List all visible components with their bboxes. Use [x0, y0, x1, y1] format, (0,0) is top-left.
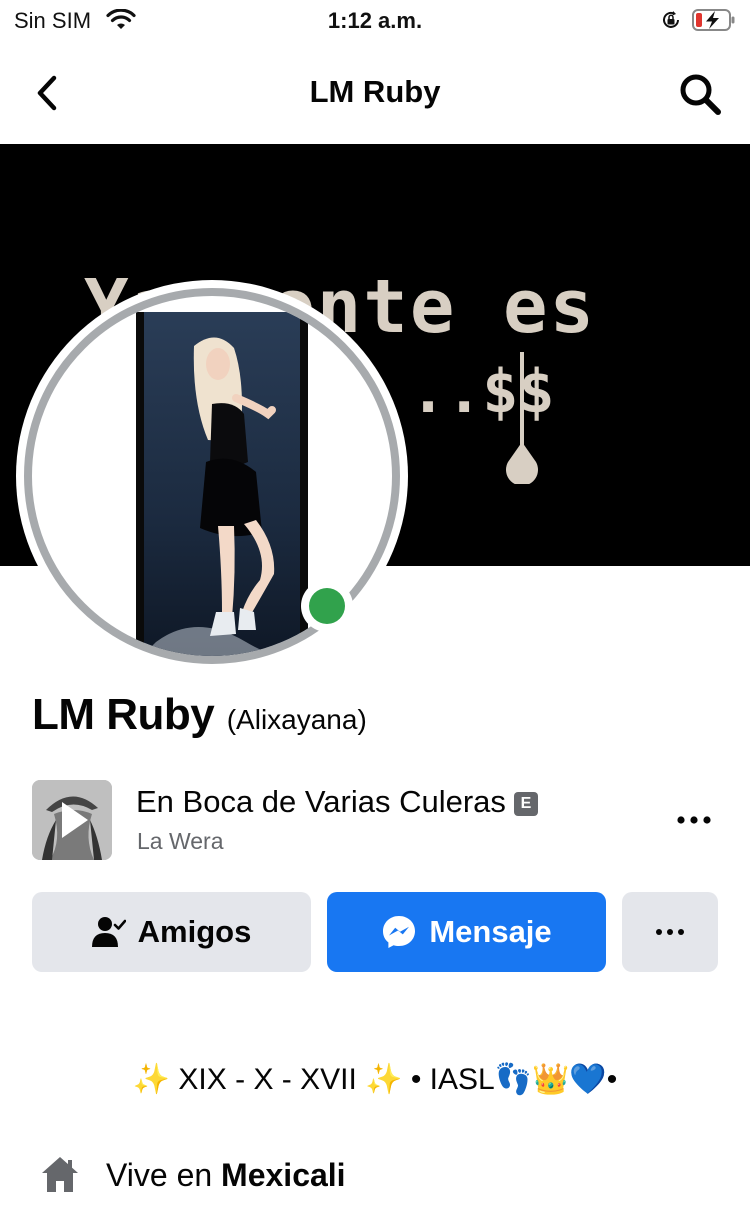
- profile-name-row: LM Ruby (Alixayana): [32, 690, 367, 740]
- page-title: LM Ruby: [309, 74, 441, 109]
- more-options-icon[interactable]: [672, 800, 716, 840]
- rotation-lock-icon: [663, 11, 679, 28]
- home-icon: [42, 1157, 78, 1192]
- message-button[interactable]: Mensaje: [327, 892, 606, 972]
- navigation-bar: LM Ruby: [0, 44, 750, 144]
- cover-pendulum-graphic: [506, 352, 538, 484]
- online-status-indicator: [301, 580, 353, 632]
- status-bar: Sin SIM 1:12 a.m.: [0, 0, 750, 44]
- location-city[interactable]: Mexicali: [221, 1157, 346, 1193]
- battery-charging-icon: [692, 9, 735, 31]
- message-button-label: Mensaje: [429, 914, 552, 949]
- profile-photo-image: [136, 312, 308, 656]
- music-artist: La Wera: [137, 828, 224, 854]
- album-art-image: [32, 780, 112, 860]
- friends-button[interactable]: Amigos: [32, 892, 311, 972]
- music-title[interactable]: En Boca de Varias Culeras E: [136, 784, 538, 820]
- profile-bio: ✨ XIX - X - XVII ✨ • IASL👣👑💙•: [132, 1063, 618, 1096]
- ellipsis-icon: [656, 929, 684, 935]
- explicit-badge: E: [513, 792, 538, 816]
- messenger-icon: [383, 916, 416, 948]
- friends-button-label: Amigos: [137, 914, 252, 949]
- profile-name: LM Ruby: [32, 690, 215, 739]
- friends-check-icon: [91, 917, 126, 947]
- more-actions-button[interactable]: [622, 892, 718, 972]
- search-icon[interactable]: [676, 70, 724, 118]
- profile-music-row: En Boca de Varias Culeras E La Wera: [32, 780, 720, 860]
- location-text: Vive en Mexicali: [106, 1157, 346, 1194]
- location-prefix: Vive en: [106, 1157, 222, 1193]
- music-play-button[interactable]: [32, 780, 112, 860]
- clock: 1:12 a.m.: [327, 8, 423, 33]
- location-row: Vive en Mexicali: [40, 1154, 720, 1198]
- song-title: En Boca de Varias Culeras: [136, 784, 506, 819]
- profile-alternate-name: (Alixayana): [226, 704, 367, 735]
